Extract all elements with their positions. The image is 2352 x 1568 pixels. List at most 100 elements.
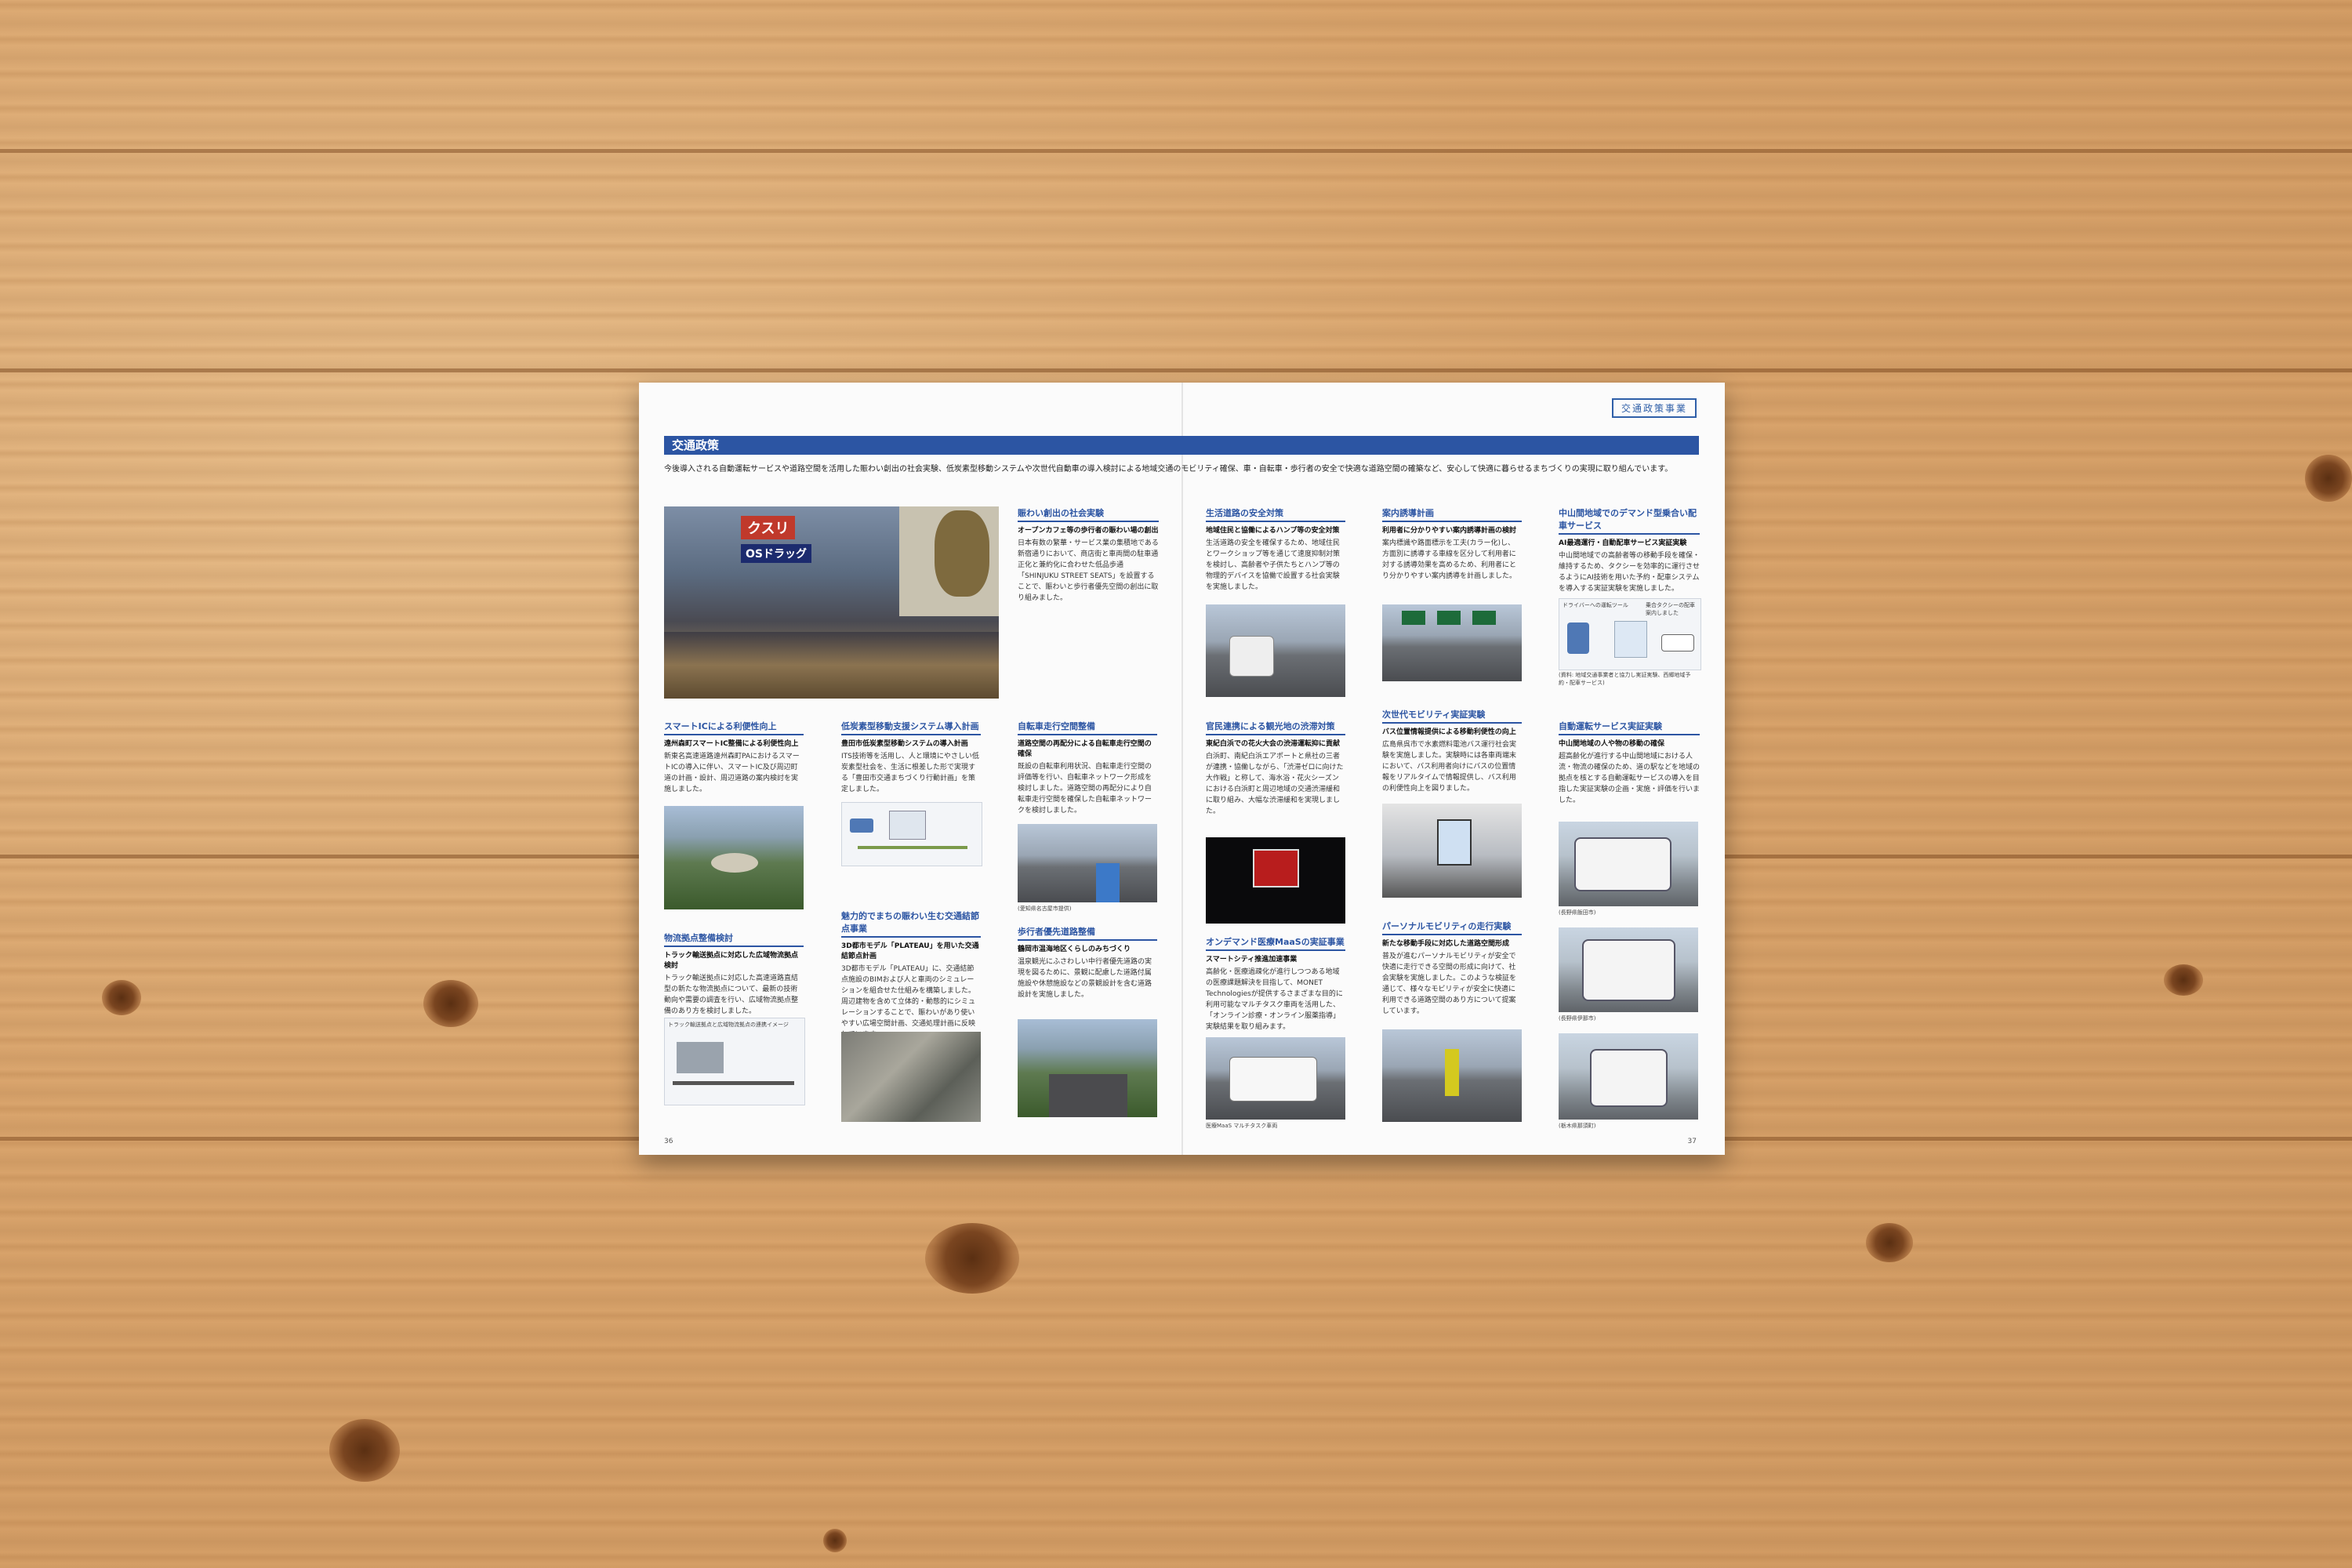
wood-knot: [329, 1419, 400, 1482]
figure-caption: (愛知県名古屋市提供): [1018, 906, 1072, 912]
article-road-safety: 生活道路の安全対策 地域住民と協働によるハンプ等の安全対策 生活道路の安全を確保…: [1206, 506, 1345, 593]
bus: [1574, 837, 1671, 891]
article-body: 案内標識や路面標示を工夫(カラー化)し、方面別に誘導する車線を区分して利用者に対…: [1382, 539, 1517, 580]
figure-caption: (資料: 地域交通事業者と協力し実証実験、西郷地域予約・配車サービス): [1559, 672, 1691, 686]
wood-knot: [2164, 964, 2203, 996]
bike-lane: [1096, 863, 1120, 902]
article-subtitle: オープンカフェ等の歩行者の賑わい場の創出: [1018, 527, 1159, 535]
article-body: 白浜町、南紀白浜エアポートと県社の三者が連携・協働しながら、「渋滞ゼロに向けた大…: [1206, 753, 1344, 815]
figure-caption: (栃木県那須町): [1559, 1123, 1596, 1129]
bus-info-display-photo: [1382, 804, 1522, 898]
overhead-sign: [1402, 611, 1425, 625]
store-sign: OSドラッグ: [741, 544, 811, 563]
intro-text: 今後導入される自動運転サービスや道路空間を活用した賑わい創出の社会実験、低炭素型…: [664, 465, 1673, 474]
street-tree: [935, 510, 989, 597]
article-title: 物流拠点整備検討: [664, 931, 804, 947]
article-title: 案内誘導計画: [1382, 506, 1522, 522]
article-body: 生活道路の安全を確保するため、地域住民とワークショップ等を通じて速度抑制対策を検…: [1206, 539, 1341, 591]
medical-vehicle-photo: [1206, 1037, 1345, 1120]
road-hump-photo: [1206, 604, 1345, 697]
article-subtitle: スマートシティ推進加速事業: [1206, 956, 1298, 964]
info-screen: [1437, 819, 1472, 866]
article-autonomous: 自動運転サービス実証実験 中山間地域の人や物の移動の確保 超高齢化が進行する中山…: [1559, 720, 1700, 806]
article-body: 中山間地域での高齢者等の移動手段を確保・維持するため、タクシーを効率的に運行させ…: [1559, 552, 1700, 593]
section-banner: 交通政策: [664, 436, 1699, 455]
article-pedestrian-road: 歩行者優先道路整備 鶴岡市温海地区くらしのみちづくり 温泉観光にふさわしい中行者…: [1018, 925, 1157, 1000]
figure-caption: (長野県飯田市): [1559, 909, 1596, 916]
autonomous-bus-photo-1: [1559, 822, 1698, 906]
article-title: 賑わい創出の社会実験: [1018, 506, 1159, 522]
figure-label: 乗合タクシーの配車案内しました: [1646, 602, 1695, 616]
brochure-spread: 交通政策事業 交通政策 今後導入される自動運転サービスや道路空間を活用した賑わい…: [639, 383, 1725, 1155]
article-event-experiment: 賑わい創出の社会実験 オープンカフェ等の歩行者の賑わい場の創出 日本有数の繁華・…: [1018, 506, 1159, 604]
article-subtitle: 豊田市低炭素型移動システムの導入計画: [841, 740, 968, 748]
article-subtitle: 鶴岡市温海地区くらしのみちづくり: [1018, 946, 1131, 953]
led-sign: [1253, 849, 1299, 887]
article-subtitle: 新たな移動手段に対応した道路空間形成: [1382, 940, 1510, 948]
article-body: 超高齢化が進行する中山間地域における人流・物流の確保のため、道の駅などを地域の拠…: [1559, 753, 1700, 804]
article-subtitle: 東紀白浜での花火大会の渋滞運転抑に貢献: [1206, 740, 1341, 748]
store-sign: クスリ: [741, 516, 796, 539]
article-demand-taxi: 中山間地域でのデマンド型乗合い配車サービス AI最適運行・自動配車サービス実証実…: [1559, 506, 1700, 594]
page-number-left: 36: [664, 1138, 673, 1145]
wood-knot: [102, 980, 141, 1015]
article-title: 官民連携による観光地の渋滞対策: [1206, 720, 1345, 735]
article-title: 次世代モビリティ実証実験: [1382, 708, 1522, 724]
article-congestion: 官民連携による観光地の渋滞対策 東紀白浜での花火大会の渋滞運転抑に貢献 白浜町、…: [1206, 720, 1345, 817]
article-body: 温泉観光にふさわしい中行者優先道路の実現を図るために、景観に配慮した道路付属施設…: [1018, 958, 1152, 999]
article-body: 普及が進むパーソナルモビリティが安全で快適に走行できる空間の形成に向けて、社会実…: [1382, 953, 1517, 1015]
overhead-sign: [1437, 611, 1461, 625]
plank-seam: [0, 149, 2352, 153]
wood-knot: [2305, 455, 2352, 502]
low-carbon-system-diagram: [841, 802, 982, 866]
bus: [1582, 939, 1675, 1001]
bus: [1590, 1049, 1668, 1107]
article-subtitle: AI最適運行・自動配車サービス実証実験: [1559, 539, 1687, 547]
article-bicycle-lane: 自転車走行空間整備 道路空間の再配分による自転車走行空間の確保 既設の自転車利用…: [1018, 720, 1157, 816]
interchange: [711, 853, 758, 873]
night-sign-photo: [1206, 837, 1345, 924]
article-title: 自動運転サービス実証実験: [1559, 720, 1700, 735]
wood-knot: [925, 1223, 1019, 1294]
vehicle: [1229, 1057, 1317, 1102]
article-logistics: 物流拠点整備検討 トラック輸送拠点に対応した広域物流拠点検討 トラック輸送拠点に…: [664, 931, 804, 1017]
3d-city-model-image: [841, 1032, 981, 1122]
figure-caption: 医療MaaS マルチタスク車両: [1206, 1123, 1278, 1129]
logistics-diagram: トラック輸送拠点と広域物流拠点の連携イメージ: [664, 1018, 805, 1105]
figure-title: トラック輸送拠点と広域物流拠点の連携イメージ: [668, 1022, 789, 1028]
article-title: スマートICによる利便性向上: [664, 720, 804, 735]
article-smart-ic: スマートICによる利便性向上 遠州森町スマートIC整備による利便性向上 新東名高…: [664, 720, 804, 795]
article-title: 低炭素型移動支援システム導入計画: [841, 720, 981, 735]
personal-mobility-photo: [1382, 1029, 1522, 1122]
article-subtitle: 遠州森町スマートIC整備による利便性向上: [664, 740, 799, 748]
article-low-carbon: 低炭素型移動支援システム導入計画 豊田市低炭素型移動システムの導入計画 ITS技…: [841, 720, 981, 795]
article-body: 高齢化・医療過疎化が進行しつつある地域の医療課題解決を目指して、MONET Te…: [1206, 968, 1343, 1031]
article-medical-maas: オンデマンド医療MaaSの実証事業 スマートシティ推進加速事業 高齢化・医療過疎…: [1206, 935, 1345, 1033]
article-next-mobility: 次世代モビリティ実証実験 バス位置情報提供による移動利便性の向上 広島県呉市で水…: [1382, 708, 1522, 794]
car-icon: [1661, 634, 1694, 652]
ai-dispatch-diagram: ドライバーへの運転ツール 乗合タクシーの配車案内しました: [1559, 598, 1701, 670]
warehouse-icon: [677, 1042, 724, 1073]
phone-icon: [1567, 622, 1589, 654]
article-title: 歩行者優先道路整備: [1018, 925, 1157, 941]
article-title: 中山間地域でのデマンド型乗合い配車サービス: [1559, 506, 1700, 535]
street-seats-photo: クスリ OSドラッグ: [664, 506, 999, 699]
section-tag: 交通政策事業: [1611, 398, 1697, 418]
car: [1229, 636, 1274, 677]
bench-area: [664, 632, 999, 699]
rider: [1445, 1049, 1459, 1096]
article-title: オンデマンド医療MaaSの実証事業: [1206, 935, 1345, 951]
wood-knot: [423, 980, 478, 1027]
road-surface: [1049, 1074, 1127, 1117]
wood-knot: [1866, 1223, 1913, 1262]
article-title: 生活道路の安全対策: [1206, 506, 1345, 522]
station-icon: [889, 811, 926, 840]
article-body: トラック輸送拠点に対応した高速道路直結型の新たな物流拠点について、最新の技術動向…: [664, 975, 799, 1015]
bicycle-lane-photo: [1018, 824, 1157, 902]
article-guidance-plan: 案内誘導計画 利用者に分かりやすい案内誘導計画の検討 案内標識や路面標示を工夫(…: [1382, 506, 1522, 582]
highway-icon: [673, 1081, 794, 1085]
article-subtitle: 地域住民と協働によるハンプ等の安全対策: [1206, 527, 1340, 535]
pedestrian-road-photo: [1018, 1019, 1157, 1117]
article-transit-hub: 魅力的でまちの賑わい生む交通結節点事業 3D都市モデル「PLATEAU」を用いた…: [841, 909, 981, 1040]
article-subtitle: 中山間地域の人や物の移動の確保: [1559, 740, 1665, 748]
